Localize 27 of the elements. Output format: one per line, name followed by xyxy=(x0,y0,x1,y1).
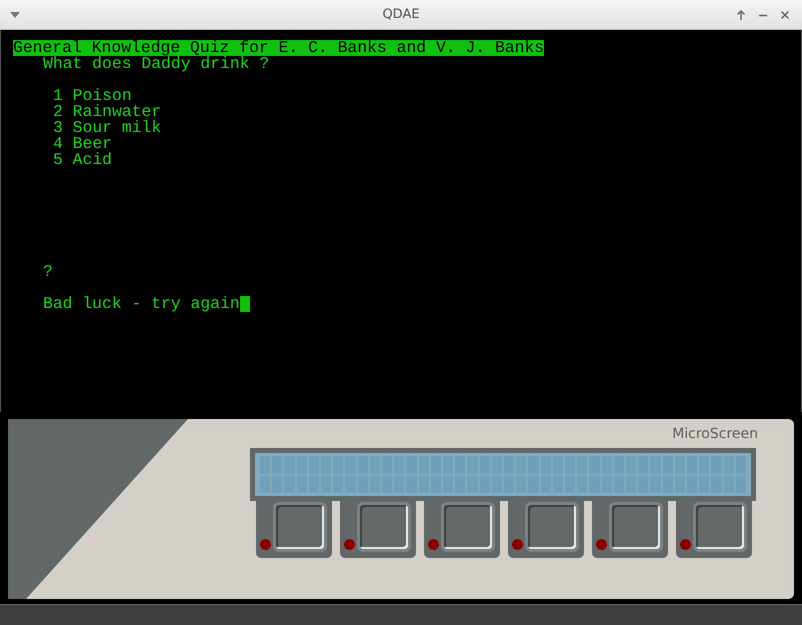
device-button[interactable] xyxy=(693,502,747,552)
answer-option: 2 Rainwater xyxy=(53,104,162,120)
maximize-icon[interactable] xyxy=(736,10,746,20)
led-indicator xyxy=(596,539,607,550)
led-indicator xyxy=(680,539,691,550)
led-indicator xyxy=(344,539,355,550)
question-text: What does Daddy drink ? xyxy=(43,56,270,72)
text-cursor xyxy=(240,296,250,312)
device-label: MicroScreen xyxy=(672,426,758,444)
result-message: Bad luck - try again xyxy=(43,296,240,312)
device-button[interactable] xyxy=(525,502,579,552)
close-icon[interactable] xyxy=(780,10,790,20)
answer-option: 3 Sour milk xyxy=(53,120,162,136)
answer-option: 1 Poison xyxy=(53,88,132,104)
device-button[interactable] xyxy=(441,502,495,552)
led-indicator xyxy=(512,539,523,550)
quiz-title: General Knowledge Quiz for E. C. Banks and V. J. Banks xyxy=(13,40,544,56)
device-button[interactable] xyxy=(609,502,663,552)
device-button[interactable] xyxy=(357,502,411,552)
led-indicator xyxy=(428,539,439,550)
answer-option: 5 Acid xyxy=(53,152,112,168)
answer-option: 4 Beer xyxy=(53,136,112,152)
menu-icon[interactable] xyxy=(10,12,20,18)
window-title: QDAE xyxy=(381,7,421,22)
input-prompt: ? xyxy=(43,264,53,280)
led-indicator xyxy=(260,539,271,550)
device-button[interactable] xyxy=(273,502,327,552)
